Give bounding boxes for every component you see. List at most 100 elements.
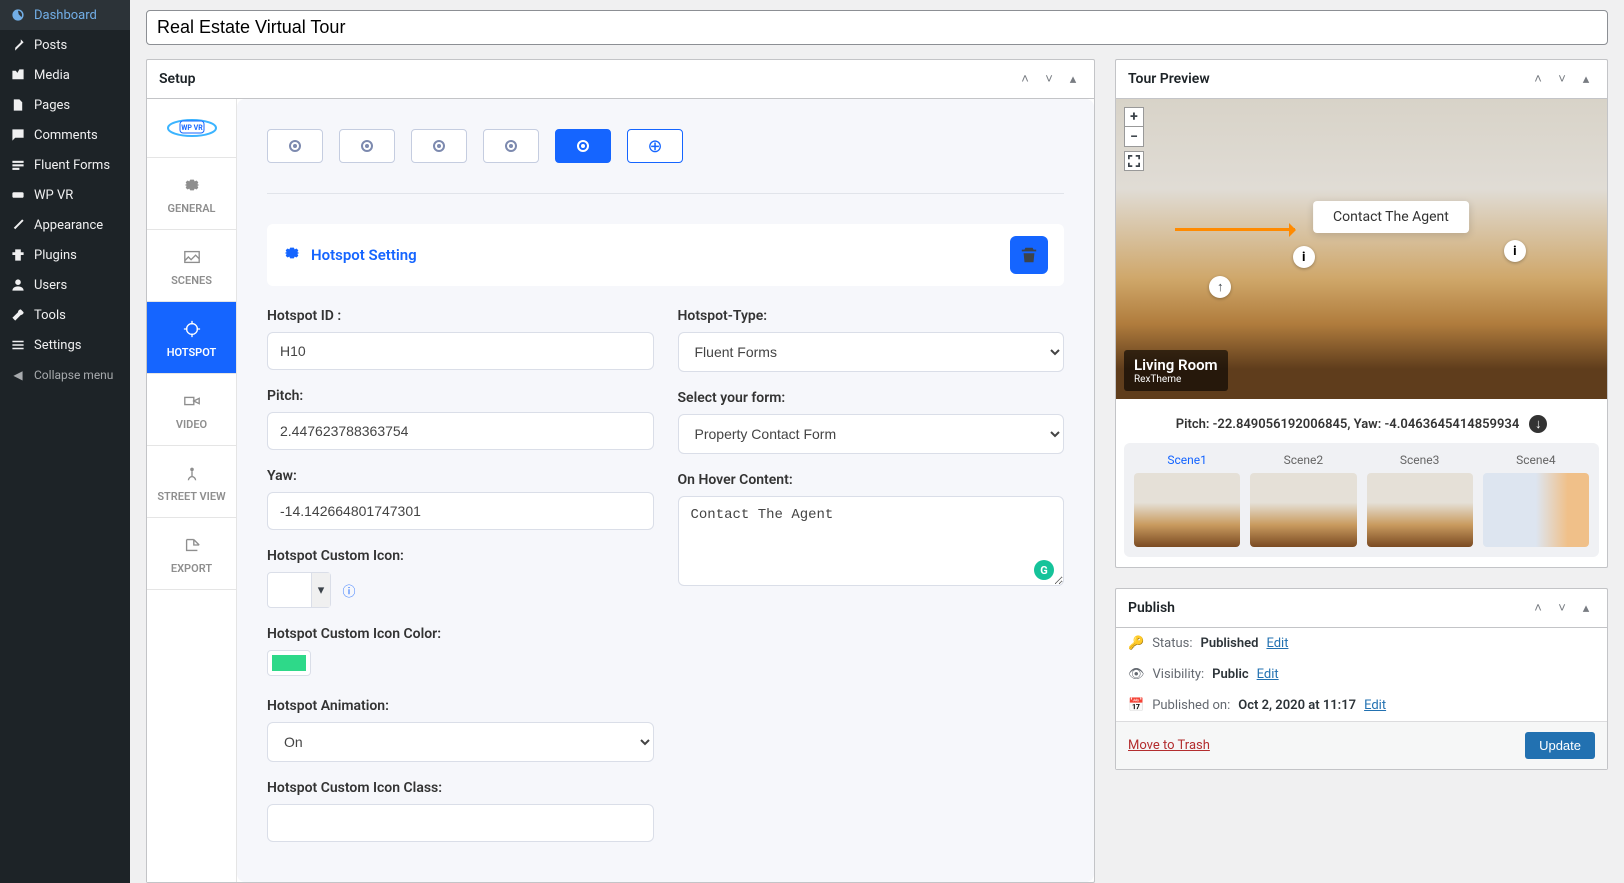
menu-fluentforms[interactable]: Fluent Forms bbox=[0, 150, 130, 180]
panel-down-icon[interactable]: ˅ bbox=[1553, 599, 1571, 617]
edit-date-link[interactable]: Edit bbox=[1364, 698, 1386, 713]
tab-general[interactable]: GENERAL bbox=[147, 158, 236, 230]
panel-up-icon[interactable]: ˄ bbox=[1529, 599, 1547, 617]
collapse-menu[interactable]: ◀Collapse menu bbox=[0, 360, 130, 390]
video-icon bbox=[183, 392, 201, 410]
tab-brand[interactable]: WP VR bbox=[147, 99, 236, 158]
edit-status-link[interactable]: Edit bbox=[1266, 636, 1288, 651]
page-icon bbox=[10, 97, 26, 113]
room-label: Living Room RexTheme bbox=[1124, 350, 1228, 391]
field-hotspot-type: Hotspot-Type: Fluent Forms bbox=[678, 308, 1065, 372]
menu-media[interactable]: Media bbox=[0, 60, 130, 90]
panorama-preview[interactable]: + − Contact The Agent i i ↑ Living Room bbox=[1116, 99, 1607, 399]
label: On Hover Content: bbox=[678, 472, 1065, 488]
gear-icon bbox=[283, 244, 301, 266]
tab-scenes[interactable]: SCENES bbox=[147, 230, 236, 302]
menu-settings[interactable]: Settings bbox=[0, 330, 130, 360]
label: Yaw: bbox=[267, 468, 654, 484]
hotspot-type-select[interactable]: Fluent Forms bbox=[678, 332, 1065, 372]
tab-streetview[interactable]: STREET VIEW bbox=[147, 446, 236, 518]
label: Status: bbox=[1152, 636, 1192, 651]
form-icon bbox=[10, 157, 26, 173]
scene-thumb-3[interactable]: Scene3 bbox=[1367, 453, 1473, 547]
menu-posts[interactable]: Posts bbox=[0, 30, 130, 60]
label: Dashboard bbox=[34, 8, 97, 23]
media-icon bbox=[10, 67, 26, 83]
icon-picker[interactable]: ▾ bbox=[267, 572, 331, 608]
label: Visibility: bbox=[1153, 667, 1205, 682]
panel-down-icon[interactable]: ˅ bbox=[1040, 70, 1058, 88]
field-hotspot-id: Hotspot ID : bbox=[267, 308, 654, 370]
hotspot-nav[interactable]: ↑ bbox=[1209, 276, 1231, 298]
color-picker[interactable] bbox=[267, 650, 311, 676]
panel-up-icon[interactable]: ˄ bbox=[1529, 70, 1547, 88]
scene-thumb-1[interactable]: Scene1 bbox=[1134, 453, 1240, 547]
label: Comments bbox=[34, 128, 98, 143]
status-row: 🔑 Status: Published Edit bbox=[1116, 628, 1607, 659]
form-select[interactable]: Property Contact Form bbox=[678, 414, 1065, 454]
post-title-field bbox=[146, 10, 1608, 45]
panel-toggle-icon[interactable]: ▴ bbox=[1577, 70, 1595, 88]
menu-plugins[interactable]: Plugins bbox=[0, 240, 130, 270]
yaw-input[interactable] bbox=[267, 492, 654, 530]
hotspot-tab-add[interactable]: ⊕ bbox=[627, 129, 683, 163]
fullscreen-button[interactable] bbox=[1124, 151, 1144, 171]
info-icon[interactable]: ⓘ bbox=[341, 582, 357, 598]
label: Published on: bbox=[1152, 698, 1230, 713]
copy-coords-button[interactable]: ↓ bbox=[1529, 415, 1547, 433]
gauge-icon bbox=[10, 7, 26, 23]
wpvr-logo-icon: WP VR bbox=[166, 113, 218, 143]
grammarly-icon: G bbox=[1034, 560, 1054, 580]
menu-wpvr[interactable]: WP VR bbox=[0, 180, 130, 210]
update-button[interactable]: Update bbox=[1525, 732, 1595, 759]
zoom-in-button[interactable]: + bbox=[1124, 107, 1144, 127]
panel-toggle-icon[interactable]: ▴ bbox=[1064, 70, 1082, 88]
field-select-form: Select your form: Property Contact Form bbox=[678, 390, 1065, 454]
panel-down-icon[interactable]: ˅ bbox=[1553, 70, 1571, 88]
menu-users[interactable]: Users bbox=[0, 270, 130, 300]
menu-dashboard[interactable]: Dashboard bbox=[0, 0, 130, 30]
hotspot-info-2[interactable]: i bbox=[1504, 240, 1526, 262]
edit-visibility-link[interactable]: Edit bbox=[1257, 667, 1279, 682]
menu-pages[interactable]: Pages bbox=[0, 90, 130, 120]
hotspot-tab-3[interactable] bbox=[411, 129, 467, 163]
svg-text:WP VR: WP VR bbox=[181, 124, 203, 132]
hotspot-info-1[interactable]: i bbox=[1293, 246, 1315, 268]
menu-appearance[interactable]: Appearance bbox=[0, 210, 130, 240]
label: Hotspot-Type: bbox=[678, 308, 1065, 324]
label: Hotspot Custom Icon Class: bbox=[267, 780, 654, 796]
delete-hotspot-button[interactable] bbox=[1010, 236, 1048, 274]
move-to-trash-link[interactable]: Move to Trash bbox=[1128, 738, 1210, 753]
label: SCENES bbox=[171, 274, 212, 287]
hotspot-tab-2[interactable] bbox=[339, 129, 395, 163]
pitch-input[interactable] bbox=[267, 412, 654, 450]
panel-up-icon[interactable]: ˄ bbox=[1016, 70, 1034, 88]
hotspot-id-input[interactable] bbox=[267, 332, 654, 370]
label: Collapse menu bbox=[34, 368, 113, 382]
panel-toggle-icon[interactable]: ▴ bbox=[1577, 599, 1595, 617]
hotspot-tab-1[interactable] bbox=[267, 129, 323, 163]
label: Pitch: bbox=[267, 388, 654, 404]
icon-class-input[interactable] bbox=[267, 804, 654, 842]
tab-export[interactable]: EXPORT bbox=[147, 518, 236, 590]
label: Media bbox=[34, 68, 70, 83]
status-value: Published bbox=[1201, 636, 1259, 651]
hotspot-tab-4[interactable] bbox=[483, 129, 539, 163]
field-pitch: Pitch: bbox=[267, 388, 654, 450]
menu-tools[interactable]: Tools bbox=[0, 300, 130, 330]
scene-thumb-4[interactable]: Scene4 bbox=[1483, 453, 1589, 547]
animation-select[interactable]: On bbox=[267, 722, 654, 762]
key-icon: 🔑 bbox=[1128, 636, 1144, 651]
on-hover-textarea[interactable]: Contact The Agent bbox=[678, 496, 1065, 586]
menu-comments[interactable]: Comments bbox=[0, 120, 130, 150]
zoom-out-button[interactable]: − bbox=[1124, 127, 1144, 147]
label: Pages bbox=[34, 98, 70, 113]
hotspot-tab-5[interactable] bbox=[555, 129, 611, 163]
title-input[interactable] bbox=[146, 10, 1608, 45]
visibility-value: Public bbox=[1212, 667, 1248, 682]
hotspot-tooltip: Contact The Agent bbox=[1313, 201, 1469, 233]
tab-video[interactable]: VIDEO bbox=[147, 374, 236, 446]
scene-thumb-2[interactable]: Scene2 bbox=[1250, 453, 1356, 547]
tab-hotspot[interactable]: HOTSPOT bbox=[147, 302, 236, 374]
export-icon bbox=[183, 536, 201, 554]
